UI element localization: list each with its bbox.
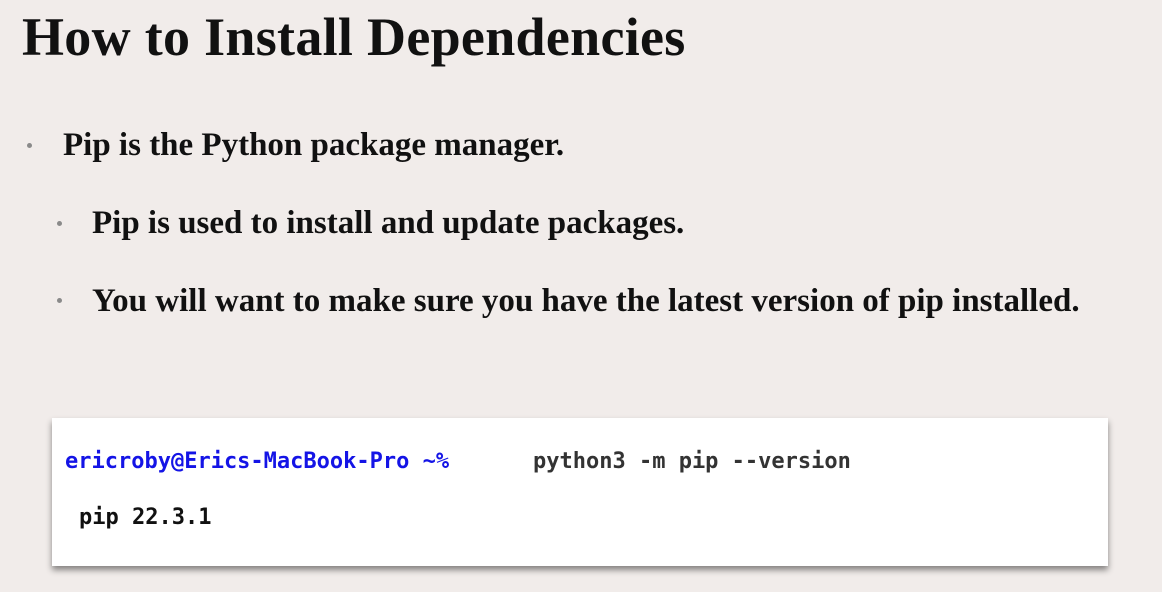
bullet-icon xyxy=(57,221,62,226)
terminal-screenshot: ericroby@Erics-MacBook-Pro ~% python3 -m… xyxy=(52,418,1108,566)
sub-bullet-item: You will want to make sure you have the … xyxy=(92,283,1080,319)
bullet-icon xyxy=(57,298,62,303)
terminal-command: python3 -m pip --version xyxy=(533,449,851,474)
slide-title: How to Install Dependencies xyxy=(22,7,686,67)
terminal-prompt: ericroby@Erics-MacBook-Pro ~% xyxy=(65,449,450,474)
bullet-item: Pip is the Python package manager. xyxy=(63,127,565,163)
terminal-output: pip 22.3.1 xyxy=(79,505,212,530)
bullet-icon xyxy=(27,143,32,148)
sub-bullet-item: Pip is used to install and update packag… xyxy=(92,205,685,241)
